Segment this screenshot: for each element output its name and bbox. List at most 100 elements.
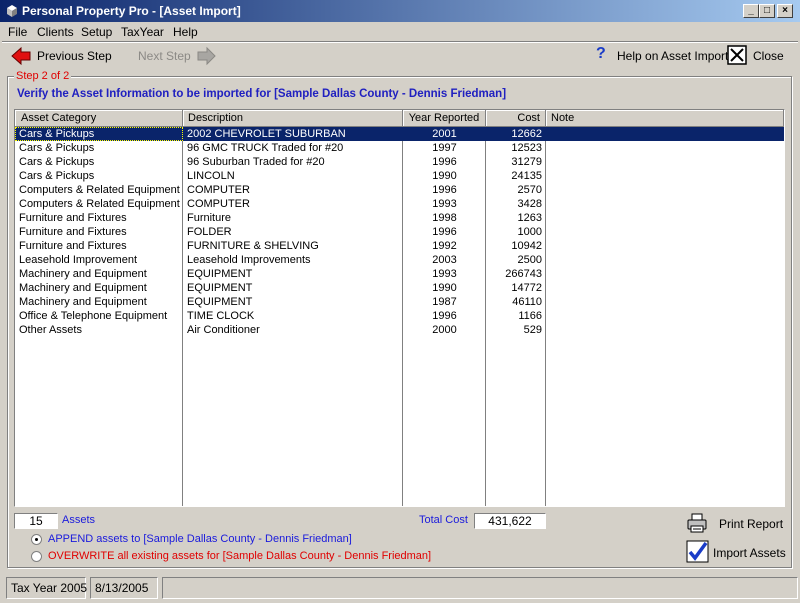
cell-note	[546, 155, 784, 169]
table-row[interactable]: Furniture and Fixtures Furniture 1998 1263	[15, 211, 784, 225]
cell-description: FURNITURE & SHELVING	[187, 240, 319, 252]
table-row[interactable]: Leasehold Improvement Leasehold Improveme…	[15, 253, 784, 267]
cell-cost: 266743	[505, 268, 542, 280]
overwrite-label[interactable]: OVERWRITE all existing assets for [Sampl…	[48, 550, 431, 562]
menu-file[interactable]: File	[8, 25, 27, 39]
cell-description: 96 GMC TRUCK Traded for #20	[187, 142, 344, 154]
cell-note	[546, 225, 784, 239]
close-window-button[interactable]: ×	[777, 4, 793, 18]
append-radio[interactable]	[31, 534, 42, 545]
cell-cost: 1000	[517, 226, 542, 238]
append-label[interactable]: APPEND assets to [Sample Dallas County -…	[48, 533, 352, 545]
table-row[interactable]: Office & Telephone Equipment TIME CLOCK 19…	[15, 309, 784, 323]
cell-category: Cars & Pickups	[19, 142, 95, 154]
cell-description: Furniture	[187, 212, 232, 224]
table-row[interactable]: Machinery and Equipment EQUIPMENT 1990 1477…	[15, 281, 784, 295]
table-row[interactable]: Machinery and Equipment EQUIPMENT 1993 2667…	[15, 267, 784, 281]
cell-year: 1993	[432, 198, 457, 210]
menu-clients[interactable]: Clients	[37, 25, 74, 39]
previous-arrow-icon	[11, 46, 31, 66]
cell-note	[546, 253, 784, 267]
column-header-description[interactable]: Description	[183, 110, 403, 127]
cell-description: 96 Suburban Traded for #20	[187, 156, 325, 168]
cell-description: COMPUTER	[187, 184, 250, 196]
cell-category: Furniture and Fixtures	[19, 240, 127, 252]
cell-year: 1990	[432, 170, 457, 182]
cell-cost: 1263	[517, 212, 542, 224]
cell-note	[546, 323, 784, 337]
cell-year: 1998	[432, 212, 457, 224]
maximize-button[interactable]: □	[759, 4, 775, 18]
cell-cost: 3428	[517, 198, 542, 210]
asset-grid[interactable]: Asset Category Description Year Reported…	[14, 109, 785, 507]
import-assets-button[interactable]: Import Assets	[686, 540, 786, 566]
previous-step-label: Previous Step	[37, 49, 112, 63]
total-cost-field: 431,622	[474, 513, 546, 529]
cell-year: 2000	[432, 324, 457, 336]
cell-category: Cars & Pickups	[19, 170, 95, 182]
minimize-button[interactable]: _	[743, 4, 759, 18]
print-report-button[interactable]: Print Report	[686, 512, 783, 536]
table-row[interactable]: Machinery and Equipment EQUIPMENT 1987 4611…	[15, 295, 784, 309]
cell-note	[546, 127, 784, 141]
status-date: 8/13/2005	[90, 577, 158, 599]
cell-cost: 12523	[511, 142, 542, 154]
step-label: Step 2 of 2	[14, 70, 72, 82]
menu-setup[interactable]: Setup	[81, 25, 112, 39]
menu-taxyear[interactable]: TaxYear	[121, 25, 164, 39]
page-heading: Verify the Asset Information to be impor…	[17, 88, 507, 100]
cell-category: Other Assets	[19, 324, 82, 336]
asset-count-field: 15	[14, 513, 58, 529]
cell-cost: 12662	[511, 128, 542, 140]
menu-help[interactable]: Help	[173, 25, 198, 39]
cell-description: Leasehold Improvements	[187, 254, 311, 266]
table-row[interactable]: Cars & Pickups 96 GMC TRUCK Traded for #2…	[15, 141, 784, 155]
cell-category: Office & Telephone Equipment	[19, 310, 168, 322]
cell-cost: 2500	[517, 254, 542, 266]
status-tax-year: Tax Year 2005	[6, 577, 87, 599]
cell-category: Computers & Related Equipment	[19, 198, 180, 210]
title-bar: Personal Property Pro - [Asset Import] _…	[0, 0, 800, 22]
table-row[interactable]: Computers & Related Equipment COMPUTER 199…	[15, 197, 784, 211]
previous-step-button[interactable]: Previous Step	[10, 44, 112, 68]
import-assets-label: Import Assets	[713, 546, 786, 560]
checkmark-icon	[686, 540, 709, 563]
cell-cost: 14772	[511, 282, 542, 294]
table-row[interactable]: Cars & Pickups LINCOLN 1990 24135	[15, 169, 784, 183]
cell-description: EQUIPMENT	[187, 268, 253, 280]
table-row[interactable]: Other Assets Air Conditioner 2000 529	[15, 323, 784, 337]
cell-category: Machinery and Equipment	[19, 282, 147, 294]
cell-cost: 31279	[511, 156, 542, 168]
table-row[interactable]: Cars & Pickups 96 Suburban Traded for #20…	[15, 155, 784, 169]
column-header-category[interactable]: Asset Category	[15, 110, 183, 127]
cell-cost: 529	[523, 324, 542, 336]
close-button[interactable]: Close	[727, 44, 787, 68]
cell-category: Cars & Pickups	[15, 127, 183, 141]
toolbar-separator	[2, 41, 798, 43]
cell-note	[546, 281, 784, 295]
cell-year: 1996	[432, 184, 457, 196]
cell-description: Air Conditioner	[187, 324, 260, 336]
column-header-year[interactable]: Year Reported	[403, 110, 486, 127]
window-title: Personal Property Pro - [Asset Import]	[22, 4, 241, 18]
cell-year: 1996	[432, 156, 457, 168]
cell-description: EQUIPMENT	[187, 296, 253, 308]
table-row[interactable]: Furniture and Fixtures FOLDER 1996 1000	[15, 225, 784, 239]
table-row[interactable]: Furniture and Fixtures FURNITURE & SHELVI…	[15, 239, 784, 253]
printer-icon	[687, 513, 707, 533]
cell-category: Cars & Pickups	[19, 156, 95, 168]
cell-note	[546, 169, 784, 183]
overwrite-radio[interactable]	[31, 551, 42, 562]
table-row[interactable]: Computers & Related Equipment COMPUTER 199…	[15, 183, 784, 197]
column-header-cost[interactable]: Cost	[486, 110, 546, 127]
cell-category: Furniture and Fixtures	[19, 212, 127, 224]
cell-note	[546, 239, 784, 253]
radio-selected-dot	[35, 538, 38, 541]
cell-cost: 1166	[518, 310, 542, 322]
column-header-note[interactable]: Note	[546, 110, 784, 127]
table-row[interactable]: Cars & Pickups 2002 CHEVROLET SUBURBAN 200…	[15, 127, 784, 141]
cell-description: COMPUTER	[187, 198, 250, 210]
cell-category: Furniture and Fixtures	[19, 226, 127, 238]
next-step-button[interactable]: Next Step	[138, 44, 220, 68]
help-button[interactable]: ? Help on Asset Import	[596, 44, 728, 68]
